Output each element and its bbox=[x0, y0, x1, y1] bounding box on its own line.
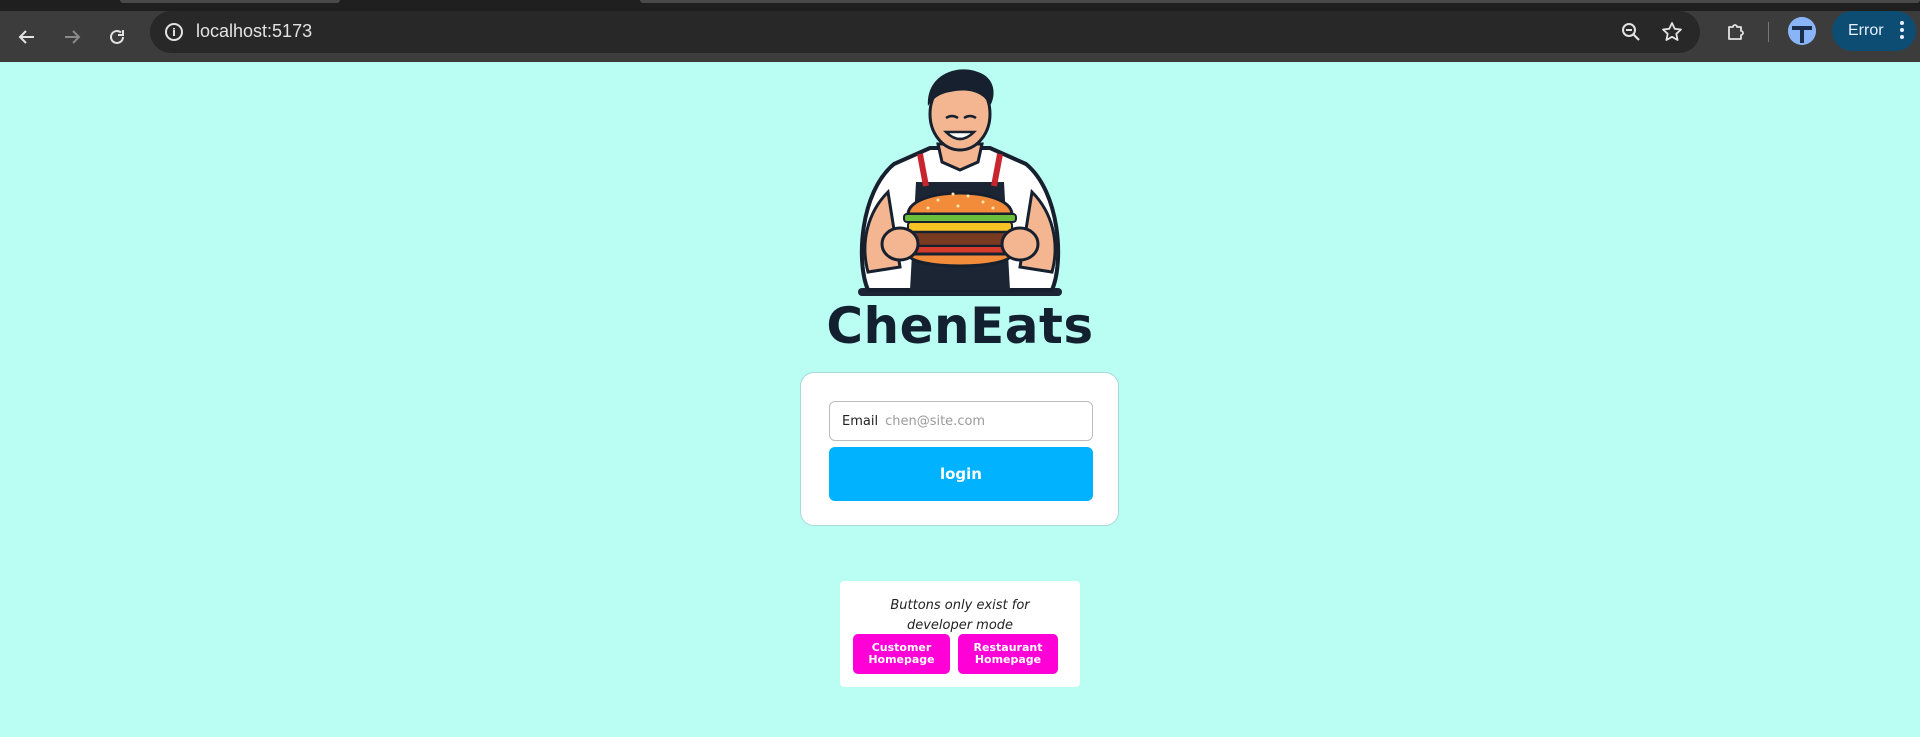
login-button[interactable]: login bbox=[829, 447, 1093, 501]
developer-note: Buttons only exist for developer mode bbox=[890, 598, 1030, 633]
star-icon bbox=[1662, 22, 1682, 41]
restaurant-homepage-button[interactable]: Restaurant Homepage bbox=[958, 634, 1058, 674]
url-text[interactable]: localhost:5173 bbox=[196, 21, 312, 42]
error-label: Error bbox=[1848, 22, 1884, 39]
email-label: Email bbox=[842, 413, 879, 429]
extensions-button[interactable] bbox=[1719, 15, 1753, 49]
toolbar-separator bbox=[1768, 22, 1769, 42]
browser-chrome: i localhost:5173 Error bbox=[0, 0, 1920, 62]
profile-error-button[interactable]: Error bbox=[1832, 11, 1916, 51]
tab[interactable] bbox=[120, 0, 340, 3]
email-field[interactable]: Email bbox=[829, 401, 1093, 441]
kebab-menu-icon[interactable] bbox=[1900, 21, 1904, 39]
omnibox-wrap: i localhost:5173 bbox=[0, 10, 1920, 53]
email-input[interactable] bbox=[885, 413, 1086, 429]
info-icon: i bbox=[165, 23, 183, 41]
customer-homepage-button[interactable]: Customer Homepage bbox=[853, 634, 950, 674]
puzzle-icon bbox=[1728, 24, 1744, 40]
profile-avatar[interactable] bbox=[1788, 17, 1816, 45]
avatar-icon bbox=[1788, 17, 1816, 45]
chef-burger-logo bbox=[858, 69, 1062, 296]
zoom-icon bbox=[1622, 23, 1640, 41]
tab[interactable] bbox=[640, 0, 1920, 3]
address-bar[interactable]: i localhost:5173 bbox=[150, 11, 1700, 53]
brand-title: ChenEats bbox=[826, 297, 1094, 355]
developer-panel: Buttons only exist for developer mode Cu… bbox=[840, 581, 1080, 687]
zoom-button[interactable] bbox=[1618, 19, 1644, 45]
login-card: Email login bbox=[800, 372, 1119, 526]
bookmark-button[interactable] bbox=[1659, 19, 1685, 45]
site-info-button[interactable]: i bbox=[160, 18, 188, 46]
